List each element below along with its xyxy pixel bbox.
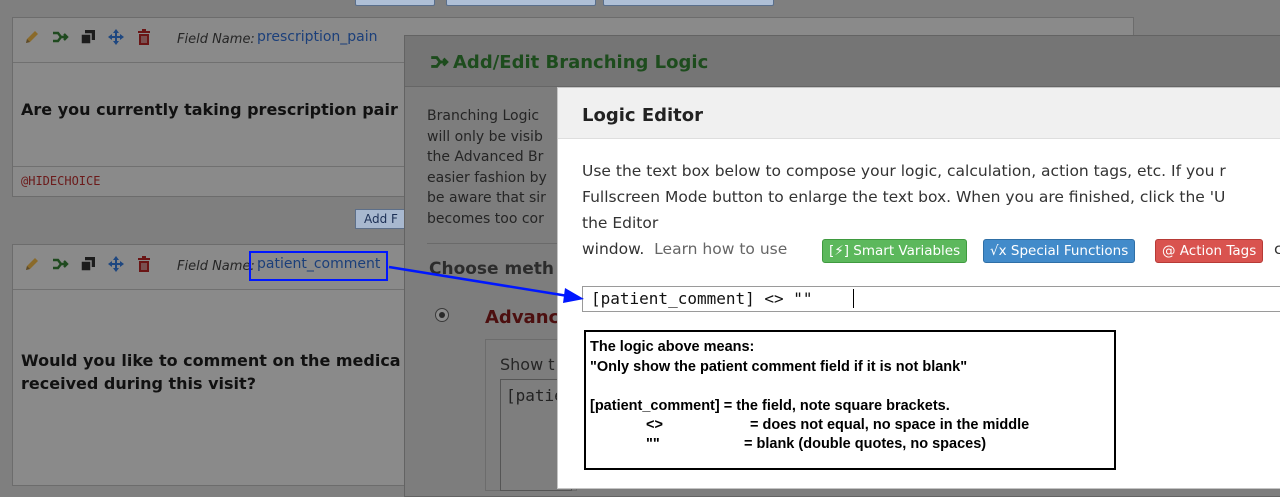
field-action-icons <box>23 255 153 273</box>
advanced-radio[interactable] <box>435 308 449 322</box>
dialog-header: Add/Edit Branching Logic <box>405 36 1280 87</box>
action-tags-button[interactable]: @ Action Tags <box>1155 239 1264 263</box>
advanced-option-label: Advanc <box>485 307 560 328</box>
dialog-title: Add/Edit Branching Logic <box>453 52 709 73</box>
action-tag-text: @HIDECHOICE <box>21 174 101 188</box>
logic-input-value: [patient_comment] <> "" <box>591 289 813 308</box>
field-name-label: Field Name: <box>177 32 255 47</box>
special-functions-button[interactable]: √x Special Functions <box>983 239 1136 263</box>
instructions-line: Fullscreen Mode button to enlarge the te… <box>582 188 1226 206</box>
divider <box>427 243 567 244</box>
top-button-3[interactable] <box>603 0 774 6</box>
field-question-line2: received during this visit? <box>21 374 256 393</box>
branching-logic-icon <box>431 56 449 68</box>
trash-icon[interactable] <box>135 255 153 273</box>
trailing-text: c <box>1274 240 1280 258</box>
intro-line: Branching Logic <box>427 108 540 124</box>
explanation-line2: = does not equal, no space in the middle <box>750 417 1030 433</box>
dialog-title: Logic Editor <box>582 105 704 126</box>
intro-line: easier fashion by <box>427 169 547 186</box>
dialog-header: Logic Editor <box>558 88 1280 139</box>
explanation-line1: [patient_comment] = the field, note squa… <box>590 398 950 414</box>
intro-line: becomes too cor <box>427 210 544 227</box>
trash-icon[interactable] <box>135 28 153 46</box>
text-caret <box>853 289 854 308</box>
field-question: Are you currently taking prescription pa… <box>21 100 398 119</box>
instructions-line: the Editor <box>582 214 659 232</box>
field-action-icons <box>23 28 153 46</box>
pencil-icon[interactable] <box>23 28 41 46</box>
field-name-value: prescription_pain <box>257 29 378 45</box>
move-icon[interactable] <box>107 28 125 46</box>
branching-logic-icon[interactable] <box>51 28 69 46</box>
explanation-symbol-blank: "" <box>646 436 660 452</box>
intro-line: will only be visib <box>427 128 543 145</box>
field-name-highlight-box <box>249 251 388 281</box>
move-icon[interactable] <box>107 255 125 273</box>
pencil-icon[interactable] <box>23 255 41 273</box>
dialog-intro-text: Branching Logic will only be visib the A… <box>427 106 567 229</box>
window-text: window. <box>582 240 645 258</box>
explanation-heading: The logic above means: <box>590 339 755 355</box>
instructions-line: Use the text box below to compose your l… <box>582 162 1226 180</box>
top-button-1[interactable] <box>355 0 435 6</box>
smart-variables-button[interactable]: [⚡] Smart Variables <box>822 239 968 263</box>
field-question-line1: Would you like to comment on the medica <box>21 351 401 370</box>
choose-method-heading: Choose meth <box>429 259 554 279</box>
copy-icon[interactable] <box>79 255 97 273</box>
intro-line: the Advanced Br <box>427 149 544 165</box>
learn-text: Learn how to use <box>654 240 788 258</box>
logic-editor-input[interactable]: [patient_comment] <> "" <box>582 286 1280 312</box>
instructions-line: window. Learn how to use <box>582 240 787 258</box>
logic-explanation-callout: The logic above means: "Only show the pa… <box>584 330 1116 470</box>
intro-line: be aware that sir <box>427 190 546 206</box>
explanation-symbol-not-equal: <> <box>646 417 663 433</box>
copy-icon[interactable] <box>79 28 97 46</box>
logic-editor-dialog: Logic Editor Use the text box below to c… <box>557 87 1280 489</box>
field-name-label: Field Name: <box>177 259 255 274</box>
branching-logic-icon[interactable] <box>51 255 69 273</box>
top-button-2[interactable] <box>446 0 596 6</box>
explanation-quote: "Only show the patient comment field if … <box>590 359 968 375</box>
explanation-line3: = blank (double quotes, no spaces) <box>744 436 987 452</box>
show-label: Show t <box>500 355 555 374</box>
